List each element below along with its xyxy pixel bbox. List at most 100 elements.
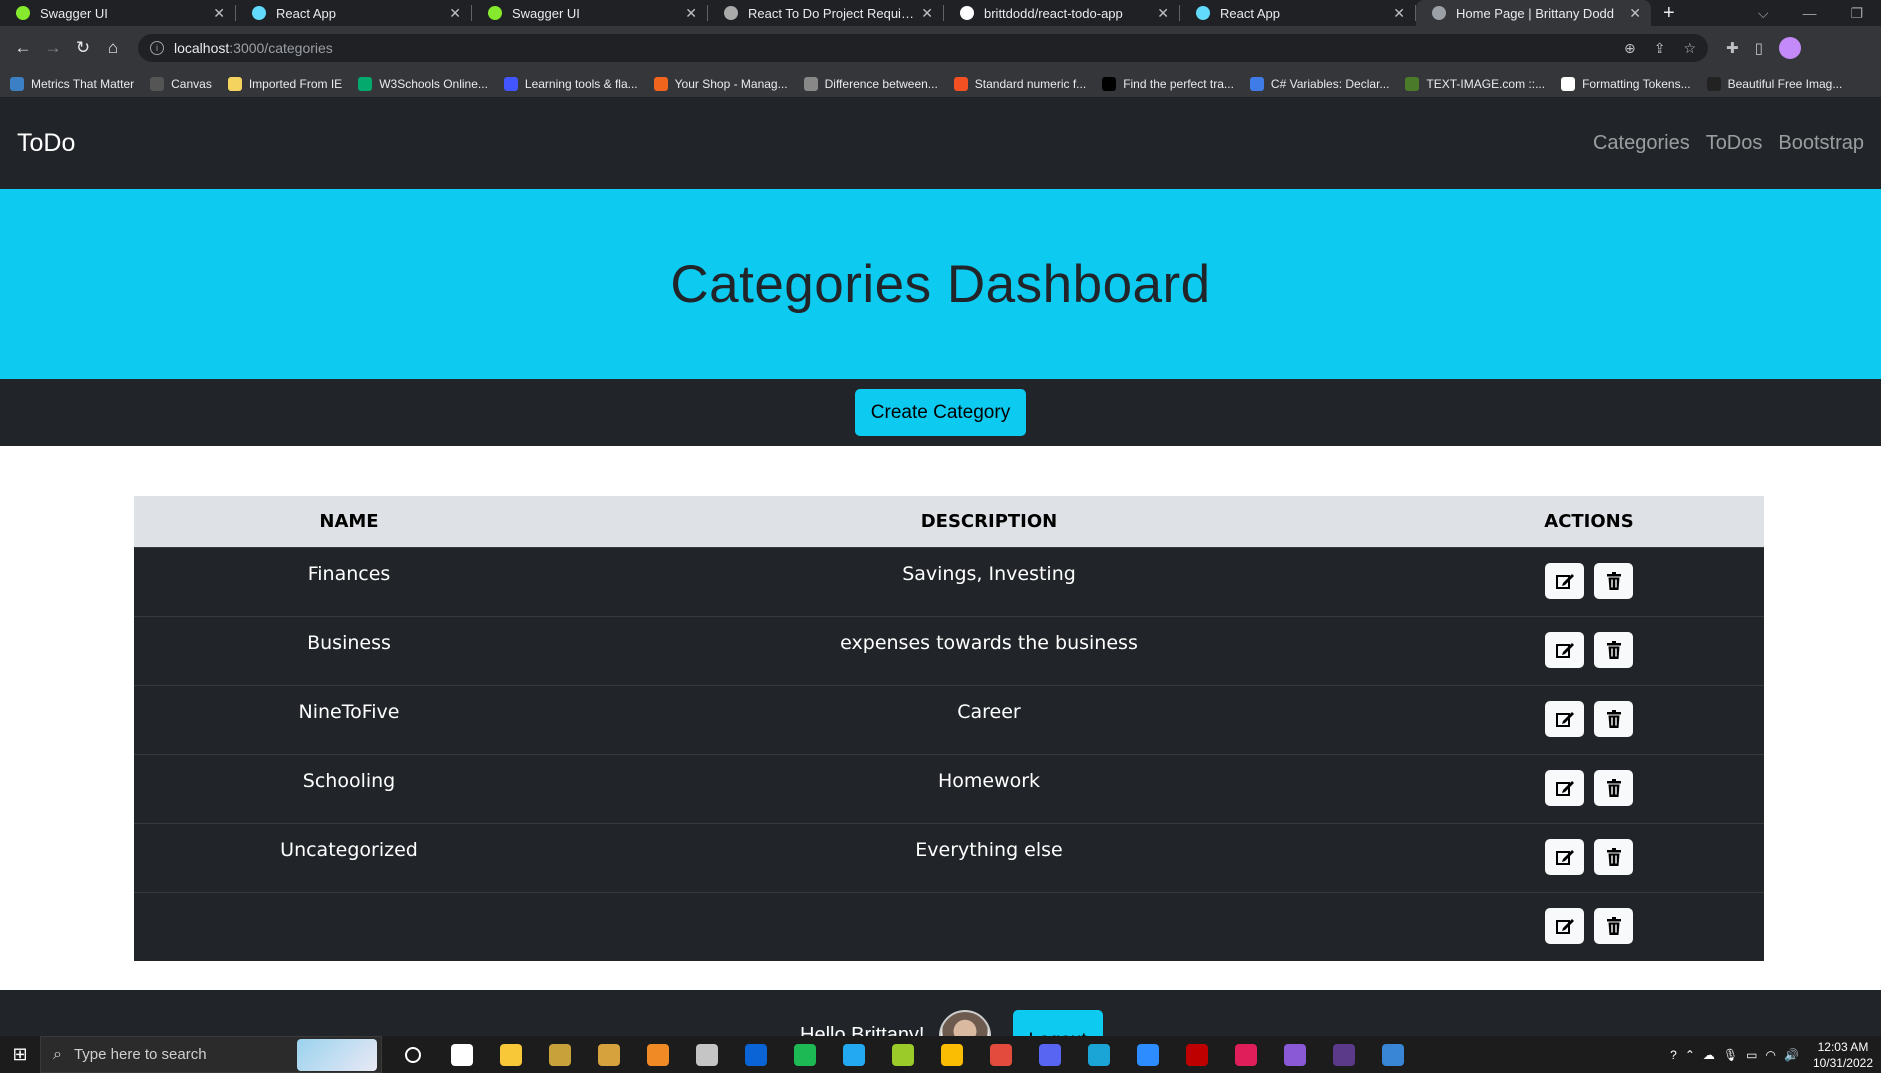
taskbar-app-button[interactable] <box>437 1036 486 1073</box>
browser-tab[interactable]: React To Do Project Requiremen ✕ <box>708 0 943 26</box>
profile-avatar[interactable] <box>1778 37 1801 59</box>
photos-icon <box>1381 1043 1404 1066</box>
outlook-icon <box>744 1043 767 1066</box>
bookmark-item[interactable]: Your Shop - Manag... <box>653 76 788 91</box>
taskbar-app-button[interactable] <box>1123 1036 1172 1073</box>
edit-button[interactable] <box>1545 838 1584 875</box>
share-icon[interactable]: ⇪ <box>1654 40 1666 57</box>
edit-button[interactable] <box>1545 769 1584 806</box>
bookmark-item[interactable]: W3Schools Online... <box>358 76 488 91</box>
delete-button[interactable] <box>1594 700 1633 737</box>
new-tab-icon[interactable]: + <box>1663 2 1675 25</box>
mic-icon[interactable]: 🎙 <box>1723 1048 1738 1062</box>
bookmark-item[interactable]: Metrics That Matter <box>10 76 134 91</box>
visual-studio-icon <box>1283 1043 1306 1066</box>
site-info-icon[interactable]: i <box>150 41 164 55</box>
taskbar-search[interactable]: ⌕ Type here to search <box>40 1036 382 1073</box>
tab-close-icon[interactable]: ✕ <box>1157 5 1169 22</box>
edit-button[interactable] <box>1545 562 1584 599</box>
nav-link-todos[interactable]: ToDos <box>1706 132 1763 155</box>
reload-icon[interactable]: ↻ <box>68 33 98 63</box>
taskbar-app-button[interactable] <box>780 1036 829 1073</box>
delete-button[interactable] <box>1594 907 1633 944</box>
battery-icon[interactable]: ▭ <box>1746 1048 1757 1062</box>
bookmark-item[interactable]: Imported From IE <box>227 76 343 91</box>
bookmark-item[interactable]: Learning tools & fla... <box>503 76 638 91</box>
browser-tab[interactable]: Swagger UI ✕ <box>472 0 707 26</box>
taskbar-app-button[interactable] <box>1074 1036 1123 1073</box>
trash-icon <box>1606 709 1621 728</box>
taskbar-clock[interactable]: 12:03 AM 10/31/2022 <box>1813 1039 1873 1071</box>
taskbar-app-button[interactable] <box>486 1036 535 1073</box>
minimize-icon[interactable]: — <box>1802 5 1816 22</box>
address-bar[interactable]: i localhost:3000/categories ⊕ ⇪ ☆ <box>138 34 1708 62</box>
create-category-button[interactable]: Create Category <box>854 389 1027 436</box>
tab-close-icon[interactable]: ✕ <box>685 5 697 22</box>
edit-button[interactable] <box>1545 700 1584 737</box>
tab-close-icon[interactable]: ✕ <box>921 5 933 22</box>
zoom-icon[interactable]: ⊕ <box>1624 40 1636 57</box>
bookmark-favicon-icon <box>227 76 242 91</box>
tab-close-icon[interactable]: ✕ <box>1629 5 1641 22</box>
taskbar-app-button[interactable] <box>1221 1036 1270 1073</box>
delete-button[interactable] <box>1594 562 1633 599</box>
nav-link-bootstrap[interactable]: Bootstrap <box>1778 132 1864 155</box>
home-icon[interactable]: ⌂ <box>98 33 128 63</box>
taskbar-app-button[interactable] <box>1319 1036 1368 1073</box>
tray-chevron-icon[interactable]: ⌃ <box>1685 1048 1695 1062</box>
volume-icon[interactable]: 🔊 <box>1784 1048 1799 1062</box>
taskbar-app-button[interactable] <box>731 1036 780 1073</box>
bookmark-star-icon[interactable]: ☆ <box>1683 40 1696 57</box>
browser-tab[interactable]: Swagger UI ✕ <box>0 0 235 26</box>
taskbar-app-button[interactable] <box>584 1036 633 1073</box>
bookmark-item[interactable]: C# Variables: Declar... <box>1249 76 1389 91</box>
taskbar-app-button[interactable] <box>633 1036 682 1073</box>
taskbar-app-button[interactable] <box>829 1036 878 1073</box>
tab-close-icon[interactable]: ✕ <box>449 5 461 22</box>
brand-logo[interactable]: ToDo <box>17 129 75 158</box>
taskbar-app-button[interactable] <box>1172 1036 1221 1073</box>
windows-start-icon[interactable]: ⊞ <box>0 1044 40 1065</box>
browser-tab[interactable]: brittdodd/react-todo-app ✕ <box>944 0 1179 26</box>
bookmark-label: Imported From IE <box>248 76 343 91</box>
bookmark-item[interactable]: Standard numeric f... <box>953 76 1086 91</box>
browser-tab[interactable]: Home Page | Brittany Dodd ✕ <box>1416 0 1651 26</box>
bookmark-label: Formatting Tokens... <box>1582 76 1691 91</box>
logout-button[interactable]: Logout <box>1012 1010 1103 1036</box>
taskbar-app-button[interactable] <box>927 1036 976 1073</box>
tab-close-icon[interactable]: ✕ <box>213 5 225 22</box>
tab-close-icon[interactable]: ✕ <box>1393 5 1405 22</box>
edit-button[interactable] <box>1545 907 1584 944</box>
taskbar-app-button[interactable] <box>878 1036 927 1073</box>
browser-tab[interactable]: React App ✕ <box>236 0 471 26</box>
restore-icon[interactable]: ❐ <box>1850 5 1863 22</box>
bookmark-item[interactable]: Formatting Tokens... <box>1561 76 1691 91</box>
side-panel-icon[interactable]: ▯ <box>1755 39 1763 57</box>
forward-icon[interactable]: → <box>38 33 68 63</box>
taskbar-app-button[interactable] <box>1025 1036 1074 1073</box>
category-name: Business <box>307 631 391 654</box>
taskbar-app-button[interactable] <box>1368 1036 1417 1073</box>
extensions-icon[interactable]: ✚ <box>1726 39 1739 57</box>
bookmark-item[interactable]: Beautiful Free Imag... <box>1706 76 1842 91</box>
browser-tab[interactable]: React App ✕ <box>1180 0 1415 26</box>
delete-button[interactable] <box>1594 631 1633 668</box>
taskbar-app-button[interactable] <box>535 1036 584 1073</box>
delete-button[interactable] <box>1594 769 1633 806</box>
help-icon[interactable]: ? <box>1670 1048 1677 1062</box>
taskbar-app-button[interactable] <box>388 1036 437 1073</box>
taskbar-app-button[interactable] <box>976 1036 1025 1073</box>
edit-button[interactable] <box>1545 631 1584 668</box>
taskbar-app-button[interactable] <box>682 1036 731 1073</box>
bookmark-item[interactable]: TEXT-IMAGE.com ::... <box>1405 76 1545 91</box>
bookmark-item[interactable]: Find the perfect tra... <box>1102 76 1234 91</box>
taskbar-app-button[interactable] <box>1270 1036 1319 1073</box>
nav-link-categories[interactable]: Categories <box>1593 132 1690 155</box>
bookmark-item[interactable]: Canvas <box>150 76 212 91</box>
window-dropdown-icon[interactable]: ⌵ <box>1758 5 1769 22</box>
bookmark-item[interactable]: Difference between... <box>803 76 938 91</box>
wifi-icon[interactable]: ◠ <box>1766 1048 1776 1062</box>
onedrive-icon[interactable]: ☁ <box>1703 1048 1715 1062</box>
back-icon[interactable]: ← <box>8 33 38 63</box>
delete-button[interactable] <box>1594 838 1633 875</box>
